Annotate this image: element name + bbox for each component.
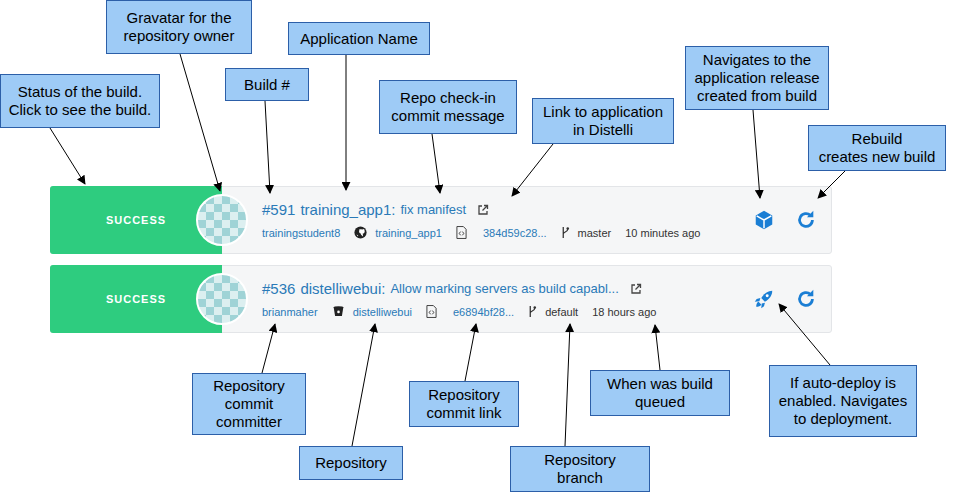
build-actions [743,288,831,310]
branch-icon [528,305,537,318]
commit-committer[interactable]: trainingstudent8 [262,227,340,239]
callout-arrow [753,110,760,198]
build-title: #591 training_app1: fix manifest [262,201,743,218]
callout-arrow [465,324,476,381]
github-icon [354,226,367,239]
callout: When was build queued [590,370,730,416]
branch-name: master [578,227,612,239]
callout: Application Name [288,22,430,55]
application-name[interactable]: training_app1: [300,201,395,218]
build-title: #536 distelliwebui: Allow marking server… [262,280,743,297]
callout: Gravatar for the repository owner [106,0,252,54]
callout-arrow [779,304,830,365]
commit-message[interactable]: fix manifest [400,202,466,217]
external-link-icon[interactable] [630,283,642,295]
callout: Rebuild creates new build [808,125,946,171]
repository-link[interactable]: distelliwebui [353,306,412,318]
gravatar-icon [196,273,248,325]
callout-arrow [512,144,553,196]
application-name[interactable]: distelliwebui: [300,280,385,297]
queued-time: 10 minutes ago [625,227,700,239]
external-link-icon[interactable] [477,204,489,216]
rebuild-icon[interactable] [795,209,817,231]
callout: Navigates to the application release cre… [685,46,829,110]
build-number[interactable]: #536 [262,280,295,297]
commit-committer[interactable]: brianmaher [262,306,318,318]
callout-arrow [262,324,275,373]
commit-link[interactable]: 384d59c28... [483,227,547,239]
build-list: SUCCESS #591 training_app1: fix manifest… [50,186,832,333]
rebuild-icon[interactable] [795,288,817,310]
callout: If auto-deploy is enabled. Navigates to … [769,365,917,437]
code-file-icon [456,226,467,239]
callout-arrow [352,324,375,446]
bitbucket-icon [332,305,345,318]
branch-icon [561,226,570,239]
branch-name: default [545,306,578,318]
callout: Status of the build. Click to see the bu… [0,74,160,128]
build-info: #536 distelliwebui: Allow marking server… [262,280,743,318]
callout: Repository commit committer [192,373,306,435]
build-actions [743,209,831,231]
callout-arrow [432,134,440,193]
callout-arrow [346,55,347,190]
release-cube-icon[interactable] [753,209,775,231]
callout-arrow [655,325,660,370]
annotated-build-list: SUCCESS #591 training_app1: fix manifest… [0,0,953,502]
gravatar-icon [196,194,248,246]
build-number[interactable]: #591 [262,201,295,218]
repository-link[interactable]: training_app1 [375,227,442,239]
build-info: #591 training_app1: fix manifest trainin… [262,201,743,239]
callout: Repository commit link [409,381,519,427]
callout: Build # [225,68,309,101]
commit-link[interactable]: e6894bf28... [453,306,514,318]
build-row: SUCCESS #536 distelliwebui: Allow markin… [50,265,832,333]
deploy-rocket-icon[interactable] [753,288,775,310]
build-meta: brianmaher distelliwebui e6894bf28... de… [262,305,743,318]
callout: Repo check-in commit message [379,80,517,134]
callout: Repository [299,446,403,480]
callout-arrow [265,101,270,193]
callout-arrow [50,128,85,184]
callout-arrow [565,324,570,446]
callout: Link to application in Distelli [532,98,674,144]
code-file-icon [426,305,437,318]
queued-time: 18 hours ago [592,306,656,318]
callout-arrow [180,54,220,191]
commit-message[interactable]: Allow marking servers as build capabl... [390,281,618,296]
callout: Repository branch [510,446,650,492]
callout-arrow [818,171,845,198]
build-row: SUCCESS #591 training_app1: fix manifest… [50,186,832,254]
build-meta: trainingstudent8 training_app1 384d59c28… [262,226,743,239]
